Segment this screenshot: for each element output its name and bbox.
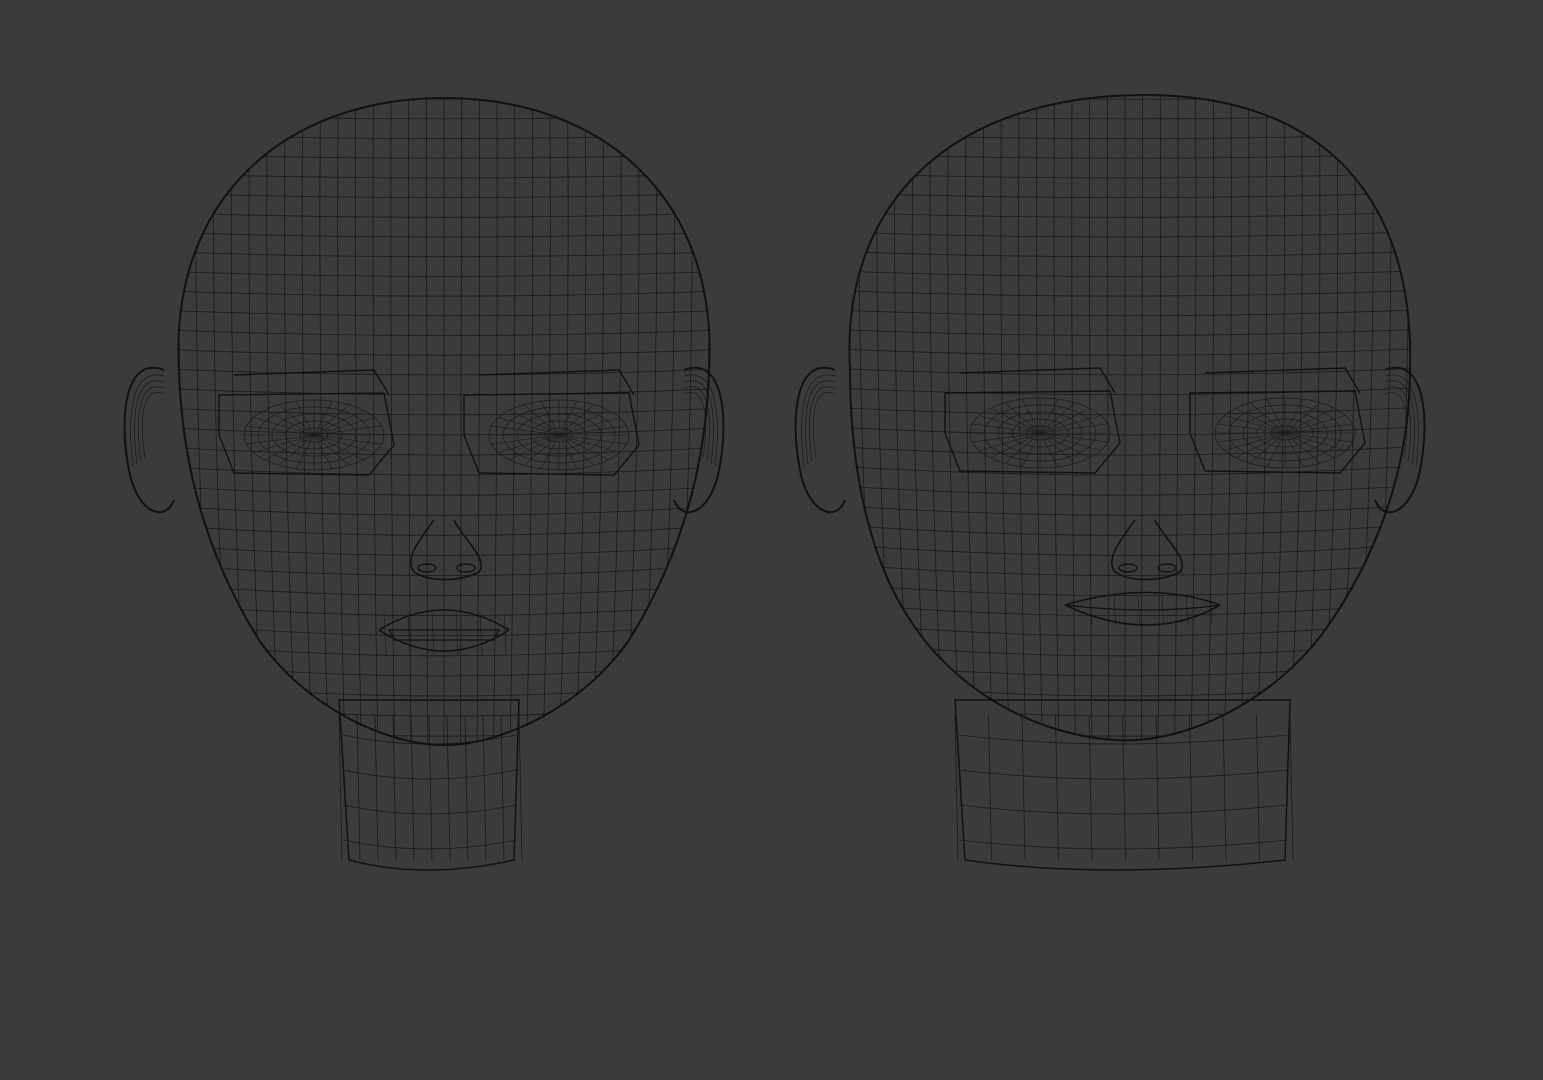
viewport-background (0, 0, 1543, 1080)
wireframe-canvas (0, 0, 1543, 1080)
3d-viewport[interactable] (0, 0, 1543, 1080)
